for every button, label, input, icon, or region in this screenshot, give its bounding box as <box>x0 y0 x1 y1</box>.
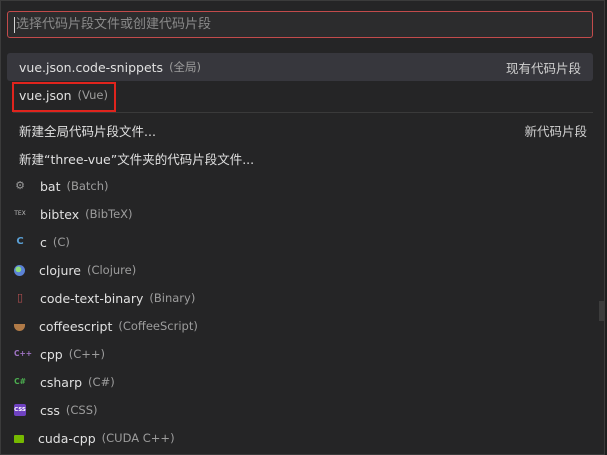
list-item-new-global-snippet[interactable]: 新建全局代码片段文件... 新代码片段 <box>7 116 599 144</box>
text-caret <box>14 16 15 33</box>
list-item-lang-clojure[interactable]: clojure (Clojure) <box>7 256 599 284</box>
list-item-label: 新建“three-vue”文件夹的代码片段文件... <box>19 151 255 167</box>
list-item-lang-cpp[interactable]: C++ cpp (C++) <box>7 340 599 368</box>
list-item-label: bat <box>40 178 61 194</box>
search-box[interactable] <box>7 11 593 38</box>
snippet-list: vue.json.code-snippets (全局) 现有代码片段 vue.j… <box>7 53 599 452</box>
list-item-description: (BibTeX) <box>85 207 133 221</box>
list-item-label: vue.json <box>19 87 72 103</box>
list-item-description: (CoffeeScript) <box>118 319 198 333</box>
quick-pick-panel: vue.json.code-snippets (全局) 现有代码片段 vue.j… <box>0 0 605 455</box>
list-item-new-folder-snippet[interactable]: 新建“three-vue”文件夹的代码片段文件... <box>7 144 599 172</box>
list-item-description: (Vue) <box>77 88 108 102</box>
list-item-description: (CSS) <box>65 403 98 417</box>
list-item-label: csharp <box>40 374 83 390</box>
list-item-label: css <box>40 402 60 418</box>
list-item-lang-coffeescript[interactable]: coffeescript (CoffeeScript) <box>7 312 599 340</box>
list-item-lang-code-text-binary[interactable]: ▯ code-text-binary (Binary) <box>7 284 599 312</box>
list-item-lang-bibtex[interactable]: TEX bibtex (BibTeX) <box>7 200 599 228</box>
list-item-global-snippets[interactable]: vue.json.code-snippets (全局) 现有代码片段 <box>7 53 593 81</box>
list-item-description: (CUDA C++) <box>101 431 175 445</box>
group-label-existing: 现有代码片段 <box>505 60 581 76</box>
list-item-label: c <box>40 234 47 250</box>
list-item-lang-cuda-cpp[interactable]: cuda-cpp (CUDA C++) <box>7 424 599 452</box>
clojure-icon <box>14 264 25 276</box>
list-item-lang-csharp[interactable]: C# csharp (C#) <box>7 368 599 396</box>
binary-file-icon: ▯ <box>16 291 24 304</box>
cuda-icon <box>14 435 24 443</box>
cpp-icon: C++ <box>14 349 33 358</box>
css-icon: CSS <box>14 404 26 416</box>
list-item-label: code-text-binary <box>40 290 144 306</box>
list-item-label: cuda-cpp <box>38 430 96 446</box>
list-item-description: (C++) <box>68 347 106 361</box>
group-divider <box>13 112 593 113</box>
list-item-label: 新建全局代码片段文件... <box>19 123 156 139</box>
gear-icon: ⚙ <box>15 179 25 192</box>
list-item-label: coffeescript <box>39 318 113 334</box>
list-item-label: cpp <box>40 346 63 362</box>
list-item-label: bibtex <box>40 206 80 222</box>
csharp-icon: C# <box>14 377 26 386</box>
list-item-description: (Clojure) <box>86 263 137 277</box>
group-label-new: 新代码片段 <box>524 123 587 139</box>
list-item-lang-css[interactable]: CSS css (CSS) <box>7 396 599 424</box>
list-item-description: (C) <box>52 235 70 249</box>
tex-icon: TEX <box>14 210 26 217</box>
coffee-icon <box>14 324 25 331</box>
list-item-description: (Batch) <box>66 179 109 193</box>
list-item-description: (Binary) <box>149 291 196 305</box>
list-item-description: (C#) <box>88 375 115 389</box>
scrollbar[interactable] <box>599 301 604 321</box>
list-item-lang-bat[interactable]: ⚙ bat (Batch) <box>7 172 599 200</box>
list-item-vue-json[interactable]: vue.json (Vue) <box>7 81 599 109</box>
list-item-description: (全局) <box>169 60 202 74</box>
list-item-label: clojure <box>39 262 81 278</box>
search-input[interactable] <box>16 17 576 32</box>
list-item-lang-c[interactable]: C c (C) <box>7 228 599 256</box>
c-icon: C <box>16 236 24 247</box>
list-item-label: vue.json.code-snippets <box>19 59 164 75</box>
